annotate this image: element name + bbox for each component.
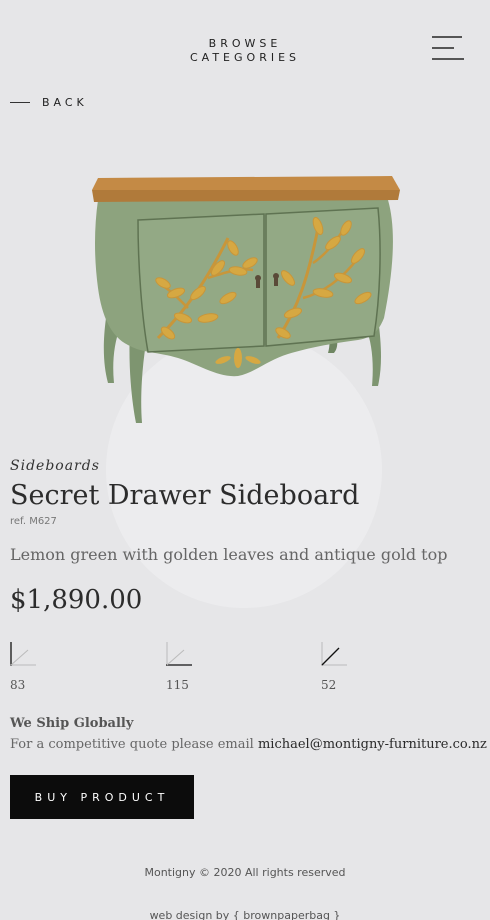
dimension-value: 83 <box>10 678 26 692</box>
header: BROWSE CATEGORIES <box>0 0 490 80</box>
footer-credit[interactable]: web design by { brownpaperbag } <box>0 909 490 920</box>
dimension-depth: 52 <box>321 642 351 692</box>
footer-copyright: Montigny © 2020 All rights reserved <box>144 866 346 879</box>
product-ref: ref. M627 <box>10 516 57 527</box>
depth-dimension-icon <box>321 642 347 666</box>
product-category[interactable]: Sideboards <box>10 458 100 474</box>
dimension-value: 115 <box>166 678 189 692</box>
shipping-text: For a competitive quote please email mic… <box>10 737 487 752</box>
height-dimension-icon <box>10 642 36 666</box>
width-dimension-icon <box>166 642 192 666</box>
dimension-value: 52 <box>321 678 337 692</box>
shipping-text-label: For a competitive quote please email <box>10 737 258 752</box>
shipping-email-link[interactable]: michael@montigny-furniture.co.nz <box>258 737 487 752</box>
product-image <box>92 176 400 423</box>
buy-product-button[interactable]: BUY PRODUCT <box>10 775 194 819</box>
categories-label: CATEGORIES <box>189 51 301 64</box>
product-description: Lemon green with golden leaves and antiq… <box>10 545 448 564</box>
product-price: $1,890.00 <box>10 585 143 615</box>
dimension-height: 83 <box>10 642 40 692</box>
browse-categories-link[interactable]: BROWSE CATEGORIES <box>0 37 490 65</box>
back-line-icon <box>10 101 30 103</box>
browse-label: BROWSE <box>208 37 282 50</box>
hamburger-menu-icon[interactable] <box>432 36 464 62</box>
product-title: Secret Drawer Sideboard <box>10 480 360 511</box>
back-link[interactable]: BACK <box>10 94 88 110</box>
shipping-heading: We Ship Globally <box>10 716 134 731</box>
dimension-width: 115 <box>166 642 196 692</box>
back-label: BACK <box>42 95 88 109</box>
